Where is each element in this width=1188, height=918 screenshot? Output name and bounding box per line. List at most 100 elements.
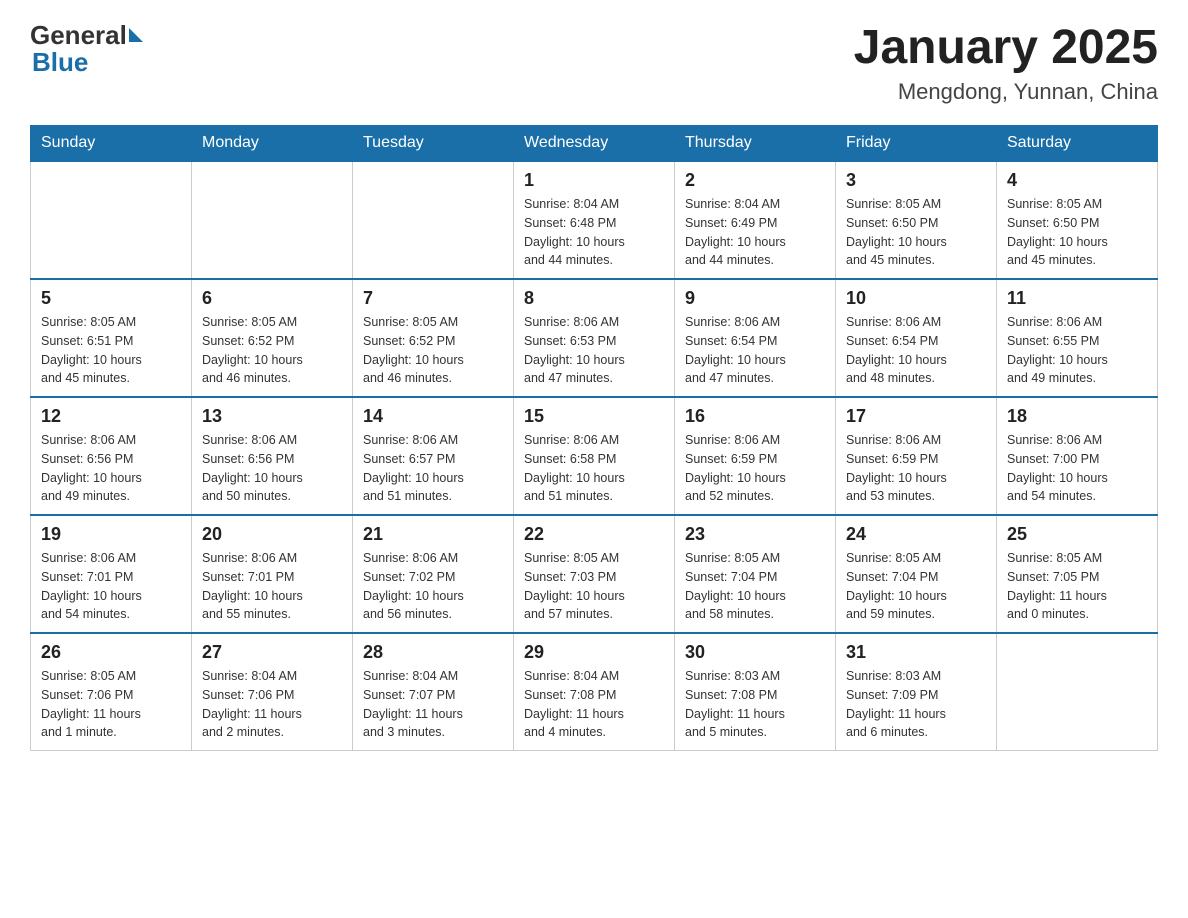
- calendar-cell: 18Sunrise: 8:06 AM Sunset: 7:00 PM Dayli…: [997, 397, 1158, 515]
- day-number: 26: [41, 642, 181, 663]
- day-info: Sunrise: 8:04 AM Sunset: 6:48 PM Dayligh…: [524, 195, 664, 270]
- weekday-header-monday: Monday: [192, 126, 353, 162]
- day-number: 29: [524, 642, 664, 663]
- calendar-week-row: 1 Sunrise: 8:04 AM Sunset: 6:48 PM Daylig…: [31, 161, 1158, 279]
- weekday-header-sunday: Sunday: [31, 126, 192, 162]
- calendar-cell: [31, 161, 192, 279]
- day-number: 6: [202, 288, 342, 309]
- calendar-cell: 4Sunrise: 8:05 AM Sunset: 6:50 PM Daylig…: [997, 161, 1158, 279]
- day-info: Sunrise: 8:06 AM Sunset: 6:54 PM Dayligh…: [685, 313, 825, 388]
- day-number: 15: [524, 406, 664, 427]
- calendar-table: SundayMondayTuesdayWednesdayThursdayFrid…: [30, 125, 1158, 751]
- calendar-week-row: 26 Sunrise: 8:05 AM Sunset: 7:06 PM Dayli…: [31, 633, 1158, 751]
- calendar-cell: 31 Sunrise: 8:03 AM Sunset: 7:09 PM Dayli…: [836, 633, 997, 751]
- calendar-week-row: 5Sunrise: 8:05 AM Sunset: 6:51 PM Daylig…: [31, 279, 1158, 397]
- calendar-cell: 6Sunrise: 8:05 AM Sunset: 6:52 PM Daylig…: [192, 279, 353, 397]
- calendar-cell: 26 Sunrise: 8:05 AM Sunset: 7:06 PM Dayli…: [31, 633, 192, 751]
- day-info: Sunrise: 8:06 AM Sunset: 6:55 PM Dayligh…: [1007, 313, 1147, 388]
- day-number: 11: [1007, 288, 1147, 309]
- title-area: January 2025 Mengdong, Yunnan, China: [854, 20, 1158, 105]
- day-number: 4: [1007, 170, 1147, 191]
- day-number: 13: [202, 406, 342, 427]
- day-info: Sunrise: 8:05 AM Sunset: 7:06 PM Dayligh…: [41, 667, 181, 742]
- day-number: 31: [846, 642, 986, 663]
- day-info: Sunrise: 8:04 AM Sunset: 7:08 PM Dayligh…: [524, 667, 664, 742]
- day-info: Sunrise: 8:03 AM Sunset: 7:09 PM Dayligh…: [846, 667, 986, 742]
- day-number: 23: [685, 524, 825, 545]
- weekday-header-friday: Friday: [836, 126, 997, 162]
- calendar-cell: 8Sunrise: 8:06 AM Sunset: 6:53 PM Daylig…: [514, 279, 675, 397]
- day-info: Sunrise: 8:06 AM Sunset: 6:58 PM Dayligh…: [524, 431, 664, 506]
- day-info: Sunrise: 8:06 AM Sunset: 6:53 PM Dayligh…: [524, 313, 664, 388]
- calendar-title: January 2025: [854, 20, 1158, 75]
- day-number: 17: [846, 406, 986, 427]
- day-number: 22: [524, 524, 664, 545]
- day-number: 9: [685, 288, 825, 309]
- day-info: Sunrise: 8:06 AM Sunset: 7:00 PM Dayligh…: [1007, 431, 1147, 506]
- day-number: 12: [41, 406, 181, 427]
- day-info: Sunrise: 8:05 AM Sunset: 7:03 PM Dayligh…: [524, 549, 664, 624]
- calendar-week-row: 12 Sunrise: 8:06 AM Sunset: 6:56 PM Dayli…: [31, 397, 1158, 515]
- day-number: 20: [202, 524, 342, 545]
- calendar-cell: 16 Sunrise: 8:06 AM Sunset: 6:59 PM Dayli…: [675, 397, 836, 515]
- day-info: Sunrise: 8:05 AM Sunset: 7:04 PM Dayligh…: [846, 549, 986, 624]
- day-number: 25: [1007, 524, 1147, 545]
- day-number: 2: [685, 170, 825, 191]
- calendar-cell: 22 Sunrise: 8:05 AM Sunset: 7:03 PM Dayli…: [514, 515, 675, 633]
- day-info: Sunrise: 8:03 AM Sunset: 7:08 PM Dayligh…: [685, 667, 825, 742]
- logo-blue: Blue: [32, 47, 88, 78]
- day-info: Sunrise: 8:06 AM Sunset: 6:59 PM Dayligh…: [685, 431, 825, 506]
- day-number: 3: [846, 170, 986, 191]
- day-info: Sunrise: 8:06 AM Sunset: 6:57 PM Dayligh…: [363, 431, 503, 506]
- calendar-cell: 30 Sunrise: 8:03 AM Sunset: 7:08 PM Dayli…: [675, 633, 836, 751]
- day-info: Sunrise: 8:05 AM Sunset: 6:50 PM Dayligh…: [846, 195, 986, 270]
- calendar-cell: 11 Sunrise: 8:06 AM Sunset: 6:55 PM Dayli…: [997, 279, 1158, 397]
- calendar-cell: 10 Sunrise: 8:06 AM Sunset: 6:54 PM Dayli…: [836, 279, 997, 397]
- calendar-cell: 5Sunrise: 8:05 AM Sunset: 6:51 PM Daylig…: [31, 279, 192, 397]
- day-info: Sunrise: 8:06 AM Sunset: 6:56 PM Dayligh…: [202, 431, 342, 506]
- calendar-cell: [997, 633, 1158, 751]
- day-number: 10: [846, 288, 986, 309]
- calendar-cell: 15 Sunrise: 8:06 AM Sunset: 6:58 PM Dayli…: [514, 397, 675, 515]
- day-info: Sunrise: 8:05 AM Sunset: 6:52 PM Dayligh…: [363, 313, 503, 388]
- calendar-cell: 21 Sunrise: 8:06 AM Sunset: 7:02 PM Dayli…: [353, 515, 514, 633]
- day-number: 7: [363, 288, 503, 309]
- day-info: Sunrise: 8:04 AM Sunset: 7:06 PM Dayligh…: [202, 667, 342, 742]
- day-info: Sunrise: 8:06 AM Sunset: 7:01 PM Dayligh…: [41, 549, 181, 624]
- weekday-header-thursday: Thursday: [675, 126, 836, 162]
- calendar-subtitle: Mengdong, Yunnan, China: [854, 79, 1158, 105]
- day-info: Sunrise: 8:05 AM Sunset: 6:51 PM Dayligh…: [41, 313, 181, 388]
- calendar-cell: 23Sunrise: 8:05 AM Sunset: 7:04 PM Dayli…: [675, 515, 836, 633]
- calendar-cell: [192, 161, 353, 279]
- day-info: Sunrise: 8:06 AM Sunset: 7:01 PM Dayligh…: [202, 549, 342, 624]
- weekday-header-row: SundayMondayTuesdayWednesdayThursdayFrid…: [31, 126, 1158, 162]
- day-info: Sunrise: 8:06 AM Sunset: 7:02 PM Dayligh…: [363, 549, 503, 624]
- calendar-week-row: 19 Sunrise: 8:06 AM Sunset: 7:01 PM Dayli…: [31, 515, 1158, 633]
- day-number: 19: [41, 524, 181, 545]
- day-number: 1: [524, 170, 664, 191]
- day-number: 16: [685, 406, 825, 427]
- day-number: 30: [685, 642, 825, 663]
- day-info: Sunrise: 8:06 AM Sunset: 6:54 PM Dayligh…: [846, 313, 986, 388]
- calendar-cell: 28Sunrise: 8:04 AM Sunset: 7:07 PM Dayli…: [353, 633, 514, 751]
- day-number: 14: [363, 406, 503, 427]
- day-number: 21: [363, 524, 503, 545]
- day-info: Sunrise: 8:06 AM Sunset: 6:59 PM Dayligh…: [846, 431, 986, 506]
- calendar-cell: 2 Sunrise: 8:04 AM Sunset: 6:49 PM Daylig…: [675, 161, 836, 279]
- calendar-cell: 13 Sunrise: 8:06 AM Sunset: 6:56 PM Dayli…: [192, 397, 353, 515]
- calendar-cell: 1 Sunrise: 8:04 AM Sunset: 6:48 PM Daylig…: [514, 161, 675, 279]
- calendar-cell: 27 Sunrise: 8:04 AM Sunset: 7:06 PM Dayli…: [192, 633, 353, 751]
- day-number: 27: [202, 642, 342, 663]
- day-info: Sunrise: 8:06 AM Sunset: 6:56 PM Dayligh…: [41, 431, 181, 506]
- page-header: General Blue January 2025 Mengdong, Yunn…: [30, 20, 1158, 105]
- calendar-cell: 17 Sunrise: 8:06 AM Sunset: 6:59 PM Dayli…: [836, 397, 997, 515]
- day-info: Sunrise: 8:04 AM Sunset: 6:49 PM Dayligh…: [685, 195, 825, 270]
- calendar-cell: 12 Sunrise: 8:06 AM Sunset: 6:56 PM Dayli…: [31, 397, 192, 515]
- calendar-cell: 19 Sunrise: 8:06 AM Sunset: 7:01 PM Dayli…: [31, 515, 192, 633]
- weekday-header-saturday: Saturday: [997, 126, 1158, 162]
- logo: General Blue: [30, 20, 143, 78]
- logo-arrow-icon: [129, 28, 143, 42]
- calendar-cell: 3 Sunrise: 8:05 AM Sunset: 6:50 PM Daylig…: [836, 161, 997, 279]
- day-info: Sunrise: 8:05 AM Sunset: 7:05 PM Dayligh…: [1007, 549, 1147, 624]
- weekday-header-tuesday: Tuesday: [353, 126, 514, 162]
